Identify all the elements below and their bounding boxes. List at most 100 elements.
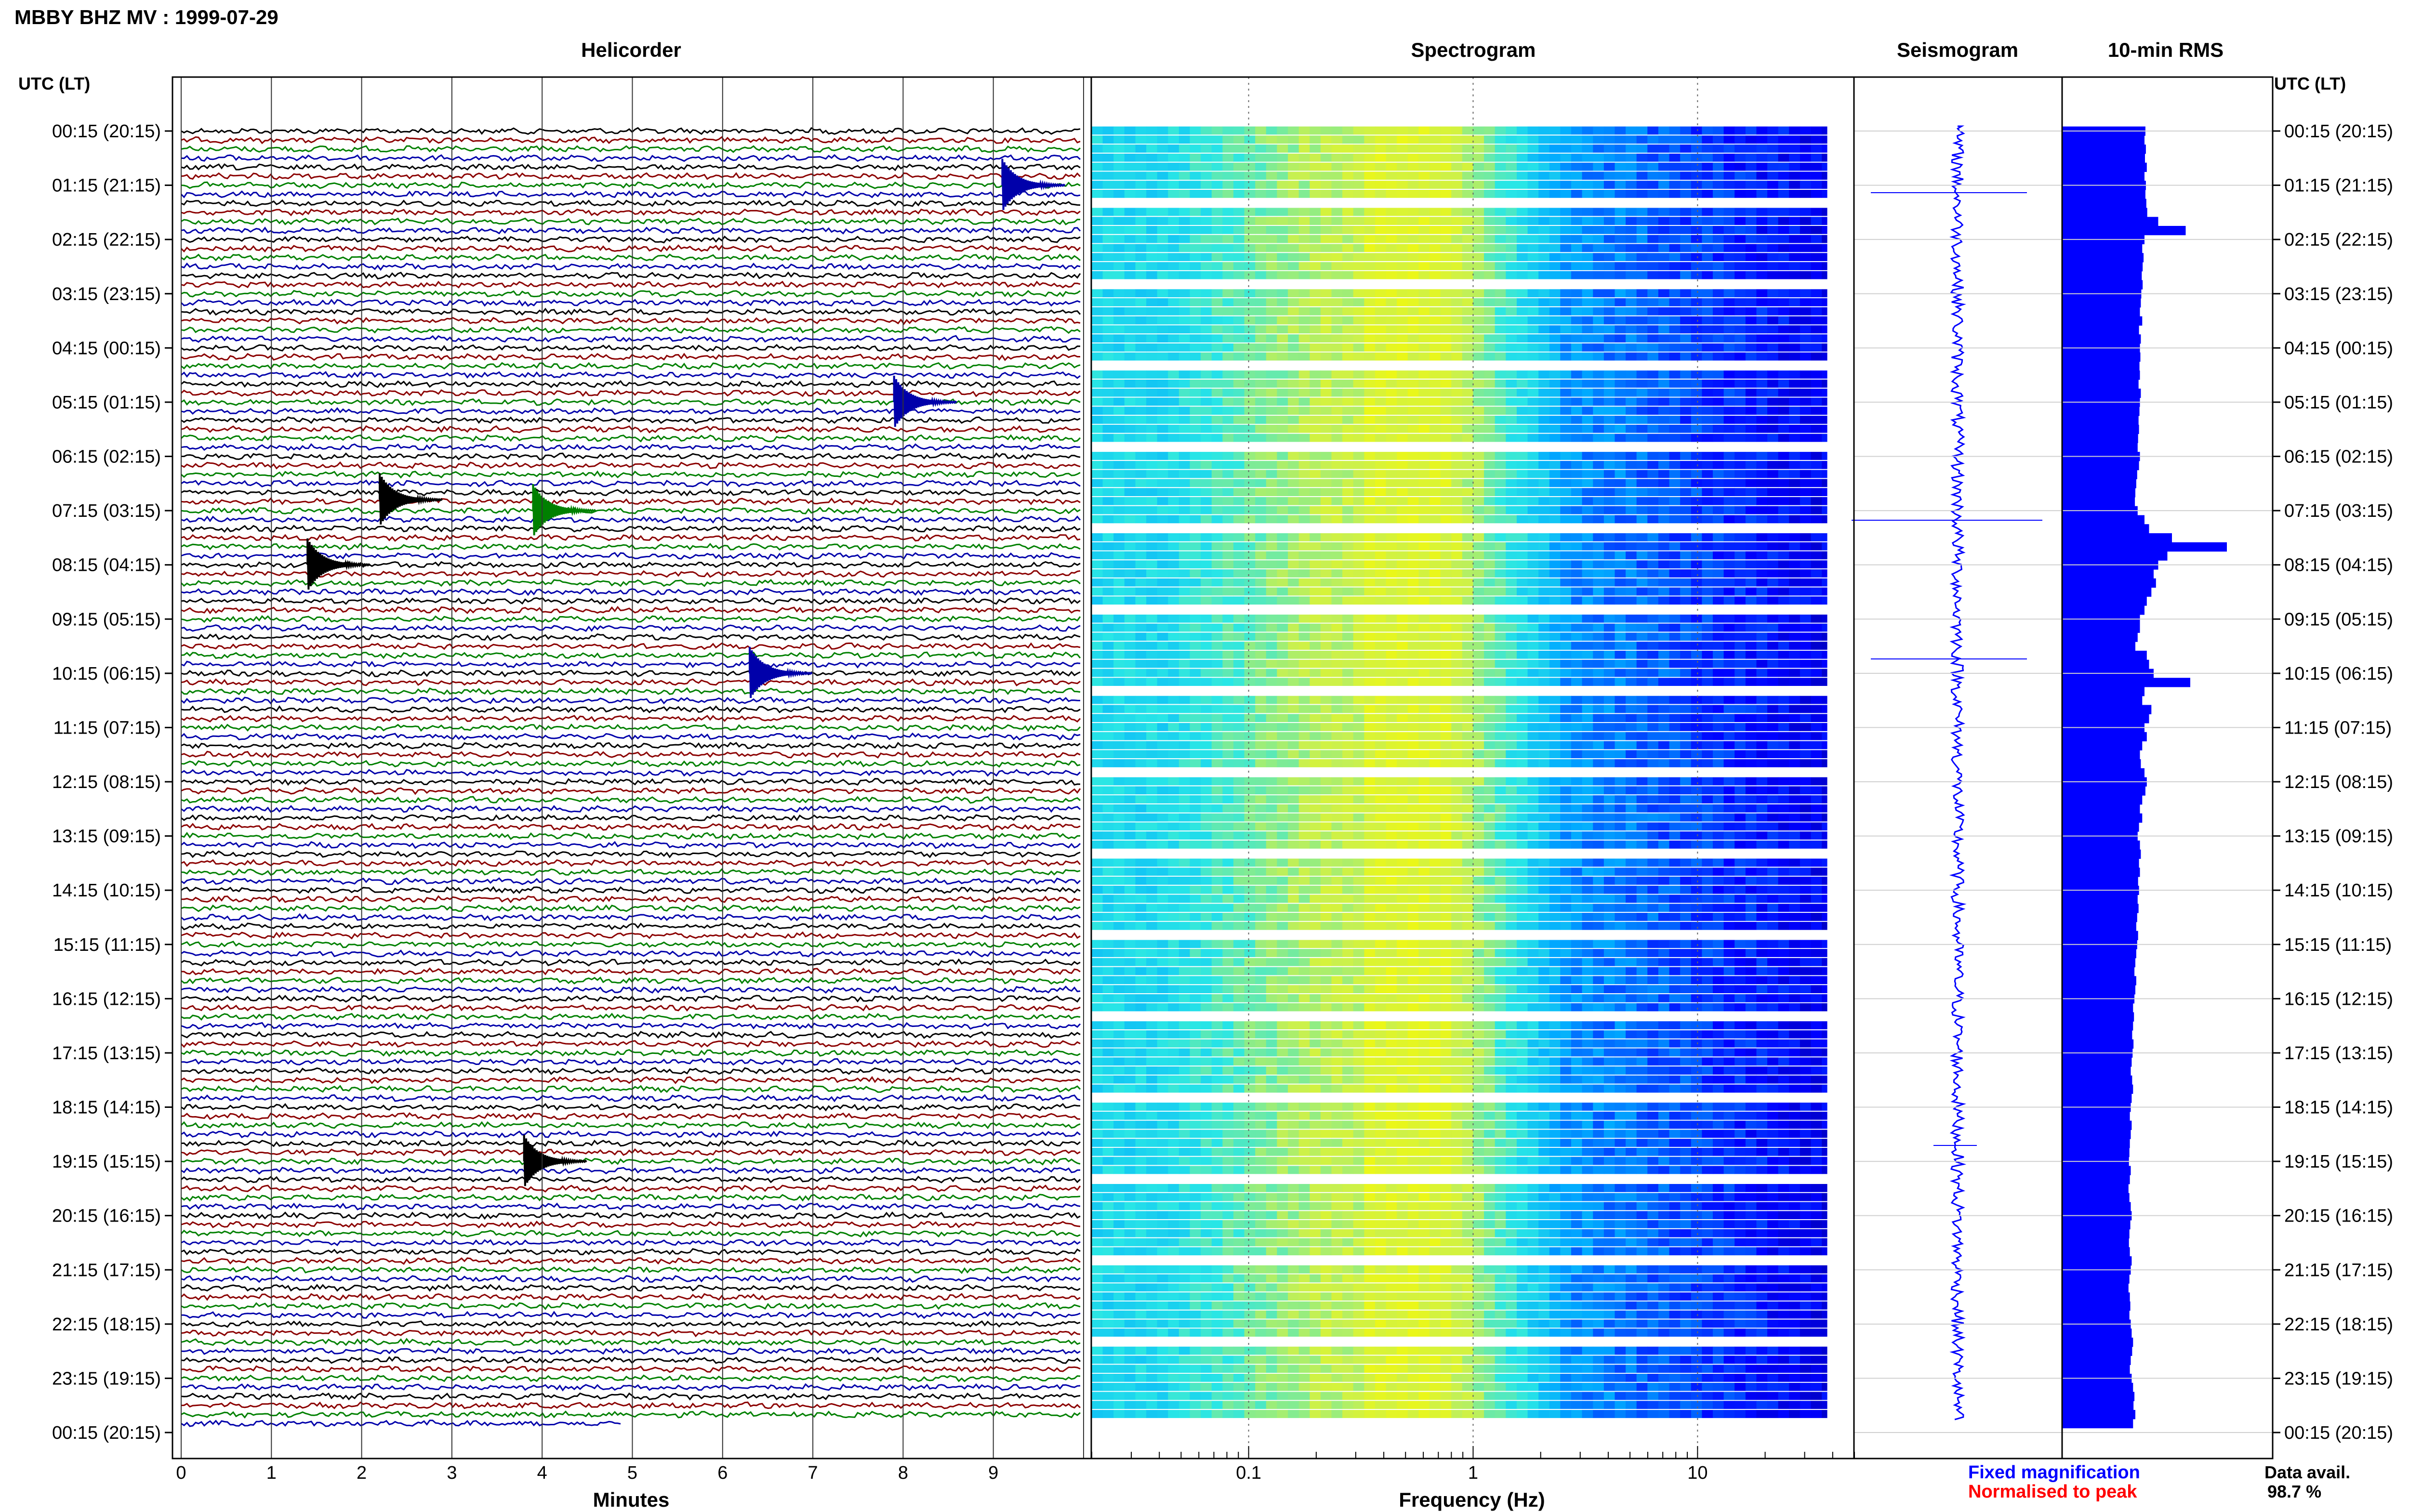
spectrogram-cell bbox=[1353, 235, 1364, 243]
spectrogram-cell bbox=[1375, 334, 1387, 342]
spectrogram-cell bbox=[1462, 162, 1474, 171]
spectrogram-cell bbox=[1190, 632, 1201, 641]
spectrogram-cell bbox=[1092, 262, 1103, 270]
spectrogram-cell bbox=[1462, 479, 1474, 487]
spectrogram-cell bbox=[1669, 587, 1681, 596]
spectrogram-cell bbox=[1266, 226, 1277, 234]
spectrogram-cell bbox=[1615, 750, 1626, 759]
spectrogram-cell bbox=[1440, 262, 1452, 270]
spectrogram-cell bbox=[1571, 623, 1583, 632]
spectrogram-cell bbox=[1789, 578, 1800, 587]
spectrogram-cell bbox=[1702, 271, 1713, 279]
spectrogram-cell bbox=[1789, 235, 1800, 243]
spectrogram-cell bbox=[1342, 488, 1354, 496]
spectrogram-cell bbox=[1702, 813, 1713, 822]
spectrogram-cell bbox=[1310, 289, 1321, 298]
spectrogram-cell bbox=[1244, 352, 1256, 361]
spectrogram-cell bbox=[1266, 777, 1277, 786]
spectrogram-cell bbox=[1593, 659, 1604, 668]
spectrogram-cell bbox=[1407, 271, 1419, 279]
spectrogram-cell bbox=[1615, 479, 1626, 487]
spectrogram-cell bbox=[1135, 298, 1147, 306]
spectrogram-cell bbox=[1658, 587, 1670, 596]
spectrogram-cell bbox=[1386, 244, 1397, 252]
spectrogram-cell bbox=[1669, 253, 1681, 262]
spectrogram-cell bbox=[1331, 678, 1343, 686]
spectrogram-cell bbox=[1702, 226, 1713, 234]
spectrogram-cell bbox=[1407, 795, 1419, 803]
spectrogram-cell bbox=[1778, 334, 1789, 342]
spectrogram-cell bbox=[1277, 578, 1288, 587]
spectrogram-cell bbox=[1233, 678, 1245, 686]
spectrogram-cell bbox=[1626, 560, 1637, 569]
spectrogram-cell bbox=[1244, 271, 1256, 279]
spectrogram-cell bbox=[1331, 696, 1343, 704]
spectrogram-cell bbox=[1135, 659, 1147, 668]
spectrogram-cell bbox=[1364, 370, 1376, 379]
spectrogram-cell bbox=[1113, 732, 1125, 740]
spectrogram-cell bbox=[1407, 460, 1419, 469]
spectrogram-cell bbox=[1451, 370, 1463, 379]
spectrogram-cell bbox=[1745, 750, 1757, 759]
spectrogram-cell bbox=[1135, 515, 1147, 524]
spectrogram-cell bbox=[1647, 380, 1659, 388]
spectrogram-cell bbox=[1222, 750, 1234, 759]
spectrogram-cell bbox=[1778, 623, 1789, 632]
spectrogram-cell bbox=[1822, 804, 1827, 813]
spectrogram-cell bbox=[1266, 135, 1277, 144]
spectrogram-cell bbox=[1691, 714, 1702, 723]
spectrogram-cell bbox=[1647, 262, 1659, 270]
spectrogram-cell bbox=[1397, 298, 1408, 306]
spectrogram-cell bbox=[1135, 289, 1147, 298]
spectrogram-cell bbox=[1560, 741, 1572, 749]
spectrogram-cell bbox=[1517, 551, 1528, 560]
spectrogram-cell bbox=[1178, 316, 1191, 325]
spectrogram-cell bbox=[1615, 659, 1626, 668]
spectrogram-cell bbox=[1255, 126, 1267, 135]
spectrogram-cell bbox=[1211, 669, 1223, 677]
spectrogram-cell bbox=[1418, 732, 1430, 740]
spectrogram-cell bbox=[1418, 226, 1430, 234]
spectrogram-cell bbox=[1484, 659, 1496, 668]
spectrogram-cell bbox=[1484, 732, 1496, 740]
spectrogram-cell bbox=[1430, 397, 1441, 406]
helicorder-trace bbox=[181, 199, 1081, 207]
spectrogram-cell bbox=[1778, 316, 1789, 325]
spectrogram-cell bbox=[1430, 325, 1441, 334]
spectrogram-cell bbox=[1353, 397, 1364, 406]
spectrogram-cell bbox=[1233, 587, 1245, 596]
spectrogram-cell bbox=[1233, 569, 1245, 578]
spectrogram-cell bbox=[1789, 416, 1800, 424]
spectrogram-cell bbox=[1288, 452, 1299, 460]
spectrogram-cell bbox=[1538, 244, 1550, 252]
spectrogram-cell bbox=[1822, 551, 1827, 560]
spectrogram-cell bbox=[1178, 542, 1191, 551]
spectrogram-cell bbox=[1702, 596, 1713, 605]
spectrogram-cell bbox=[1288, 190, 1299, 198]
helicorder-trace bbox=[181, 136, 1081, 145]
spectrogram-cell bbox=[1146, 380, 1158, 388]
spectrogram-cell bbox=[1397, 659, 1408, 668]
spectrogram-cell bbox=[1506, 244, 1517, 252]
spectrogram-cell bbox=[1560, 714, 1572, 723]
spectrogram-cell bbox=[1168, 515, 1179, 524]
spectrogram-cell bbox=[1211, 642, 1223, 650]
spectrogram-cell bbox=[1407, 135, 1419, 144]
spectrogram-cell bbox=[1102, 741, 1114, 749]
spectrogram-cell bbox=[1756, 171, 1768, 180]
spectrogram-cell bbox=[1331, 470, 1343, 478]
spectrogram-cell bbox=[1451, 795, 1463, 803]
spectrogram-cell bbox=[1430, 515, 1441, 524]
spectrogram-cell bbox=[1310, 262, 1321, 270]
spectrogram-cell bbox=[1669, 153, 1681, 162]
spectrogram-cell bbox=[1767, 352, 1779, 361]
spectrogram-cell bbox=[1288, 334, 1299, 342]
spectrogram-cell bbox=[1603, 135, 1615, 144]
spectrogram-cell bbox=[1734, 307, 1746, 316]
spectrogram-cell bbox=[1593, 578, 1604, 587]
spectrogram-cell bbox=[1386, 460, 1397, 469]
spectrogram-cell bbox=[1418, 325, 1430, 334]
spectrogram-cell bbox=[1451, 732, 1463, 740]
spectrogram-cell bbox=[1255, 388, 1267, 397]
spectrogram-cell bbox=[1222, 470, 1234, 478]
